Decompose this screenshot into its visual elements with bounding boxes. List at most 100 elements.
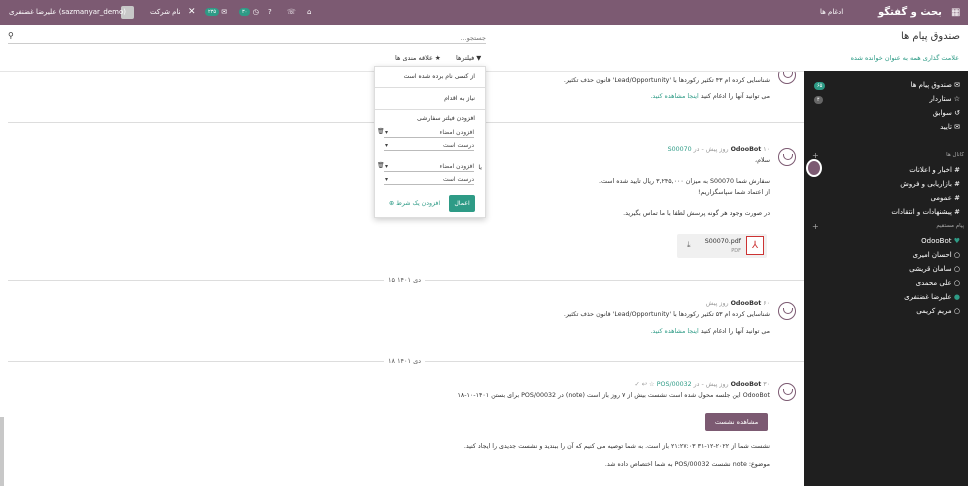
sidebar-item-channel-news[interactable]: # اخبار و اعلانات [909, 166, 960, 174]
close-icon[interactable]: ✕ [188, 0, 196, 25]
message-author[interactable]: OdooBot [731, 300, 762, 307]
operator-select-value: درست است [443, 142, 474, 149]
message-text-part: می توانید آنها را ادغام کنید [700, 93, 770, 100]
online-status-icon: ● [953, 293, 960, 301]
download-icon[interactable]: ⤓ [687, 240, 691, 250]
view-session-button[interactable]: مشاهده نشست [705, 413, 768, 431]
sidebar-item-label: علیرضا غضنفری [904, 293, 952, 301]
sidebar-item-channel-general[interactable]: # عمومی [930, 194, 960, 202]
channels-title: کانال ها [946, 152, 964, 158]
filter-option-needs-action[interactable]: نیاز به اقدام [444, 95, 475, 102]
page-title: صندوق پیام ها [900, 31, 960, 42]
inbox-count-badge: ۶۵ [814, 82, 826, 90]
user-name[interactable]: علیرضا غضنفری (sazmanyar_demo) [9, 0, 126, 25]
date-separator: ۱۸ دی ۱۴۰۱ [384, 357, 426, 365]
add-condition-label: افزودن یک شرط [396, 200, 441, 207]
sidebar-item-label: پیشنهادات و انتقادات [891, 208, 952, 216]
sidebar-item-label: ستاردار [929, 95, 952, 103]
message-reference-link[interactable]: POS/00032 [657, 381, 692, 388]
activity-icon[interactable]: ۳۰ ◷ [239, 0, 259, 25]
sidebar: ✉ صندوق پیام ها ۶۵ ☆ ستاردار ۴ ↺ سوابق ✉… [804, 71, 968, 486]
activity-count-badge: ۳۰ [239, 8, 251, 16]
message-text: موضوع: note نشست POS/00032 به شما اختصاص… [604, 461, 770, 468]
sidebar-item-label: سوابق [932, 109, 952, 117]
sidebar-item-dm[interactable]: ○ سامان قریشی [909, 265, 960, 273]
operator-select[interactable]: درست است ▾ [384, 176, 474, 185]
filters-button[interactable]: ▼ فیلترها [456, 54, 481, 62]
filter-option-mentioned[interactable]: از کسی نام برده شده است [404, 73, 475, 80]
help-icon[interactable]: ? [268, 0, 272, 25]
sidebar-item-dm-odoobot[interactable]: ♥ OdooBot [921, 237, 960, 245]
apps-menu-icon[interactable]: ▦ [951, 0, 960, 25]
message-author[interactable]: OdooBot [731, 381, 762, 388]
message-header: OdooBot ۳۰ روز پیش - در POS/00032 ☆ ↩ ✓ [634, 381, 770, 388]
sidebar-item-dm[interactable]: ○ علی محمدی [916, 279, 960, 287]
apply-button[interactable]: اعمال [449, 195, 475, 212]
sidebar-item-channel-marketing[interactable]: # بازاریابی و فروش [900, 180, 960, 188]
home-icon[interactable]: ⌂ [307, 0, 311, 25]
odoobot-avatar [778, 302, 796, 320]
view-link[interactable]: اینجا مشاهده کنید. [650, 328, 698, 335]
sidebar-item-dm[interactable]: ○ مریم کریمی [916, 307, 960, 315]
favorites-label: علاقه مندی ها [395, 54, 433, 62]
divider [375, 87, 485, 88]
view-link[interactable]: اینجا مشاهده کنید. [650, 93, 698, 100]
starred-count-badge: ۴ [814, 96, 823, 104]
reply-icon[interactable]: ↩ [642, 381, 647, 388]
chat-icon[interactable]: ۲۳۵ ✉ [205, 0, 227, 25]
sidebar-item-approve[interactable]: ✉ تایید [940, 123, 960, 131]
message-header: OdooBot ۱۰ روز پیش - در S00070 [668, 146, 770, 153]
message-text: می توانید آنها را ادغام کنید اینجا مشاهد… [650, 93, 770, 100]
attachment-card[interactable]: ⅄ S00070.pdf PDF ⤓ [677, 234, 767, 258]
star-icon[interactable]: ☆ [649, 381, 655, 388]
sidebar-item-label: عمومی [930, 194, 952, 202]
sidebar-item-label: اخبار و اعلانات [909, 166, 952, 174]
sidebar-item-inbox[interactable]: ✉ صندوق پیام ها [911, 81, 960, 89]
field-select-value: افزودن امضاء [439, 163, 474, 170]
attachment-name: S00070.pdf [704, 238, 741, 245]
message-header: OdooBot ۶۰ روز پیش [706, 300, 770, 307]
sidebar-item-channel-suggestions[interactable]: # پیشنهادات و انتقادات [891, 208, 960, 216]
sidebar-item-starred[interactable]: ☆ ستاردار [930, 95, 960, 103]
app-title[interactable]: بحث و گفتگو [878, 0, 942, 25]
mark-all-read-link[interactable]: علامت گذاری همه به عنوان خوانده شده [851, 54, 959, 62]
sidebar-item-label: احسان امیری [912, 251, 952, 259]
sidebar-item-label: مریم کریمی [916, 307, 952, 315]
sidebar-item-label: علی محمدی [915, 279, 952, 287]
message-text: شناسایی کرده ام ۴۳ تکثیر رکوردها با 'Lea… [563, 77, 770, 84]
message-text: OdooBot این جلسه محول شده است نشست بیش ا… [457, 392, 770, 399]
sidebar-item-dm[interactable]: ○ احسان امیری [912, 251, 960, 259]
check-icon[interactable]: ✓ [634, 381, 639, 388]
message-author[interactable]: OdooBot [731, 146, 762, 153]
sidebar-item-label: OdooBot [921, 237, 952, 245]
field-select[interactable]: افزودن امضاء ▾ [384, 129, 474, 138]
add-custom-filter[interactable]: افزودن فیلتر سفارشی [417, 115, 475, 122]
operator-select[interactable]: درست است ▾ [384, 142, 474, 151]
field-select[interactable]: افزودن امضاء ▾ [384, 163, 474, 172]
add-condition-link[interactable]: افزودن یک شرط ⊕ [389, 200, 440, 207]
sidebar-item-label: تایید [940, 123, 952, 131]
odoobot-avatar [778, 72, 796, 84]
odoobot-avatar [778, 383, 796, 401]
heart-icon: ♥ [953, 237, 960, 245]
message-text: شناسایی کرده ام ۵۳ تکثیر رکوردها با 'Lea… [563, 311, 770, 318]
favorites-button[interactable]: ★ علاقه مندی ها [395, 54, 441, 62]
sidebar-item-history[interactable]: ↺ سوابق [933, 109, 960, 117]
menu-integrations[interactable]: ادغام ها [820, 0, 843, 25]
phone-icon[interactable]: ☏ [287, 0, 296, 25]
chevron-down-icon: ▾ [385, 176, 389, 183]
search-input[interactable] [26, 32, 486, 43]
scrollbar[interactable] [0, 417, 4, 486]
sidebar-item-dm[interactable]: ● علیرضا غضنفری [904, 293, 960, 301]
filters-dropdown: از کسی نام برده شده است نیاز به اقدام اف… [374, 66, 486, 218]
message-text: از اعتماد شما سپاسگزاریم! [698, 189, 770, 196]
pdf-icon: ⅄ [746, 236, 764, 255]
message-text-part: می توانید آنها را ادغام کنید [700, 328, 770, 335]
field-select-value: افزودن امضاء [439, 129, 474, 136]
search-bar[interactable]: ⚲ [8, 31, 486, 44]
add-dm-icon[interactable]: + [812, 222, 819, 231]
company-name[interactable]: نام شرکت [150, 0, 181, 25]
sidebar-item-label: بازاریابی و فروش [900, 180, 952, 188]
message-text: سلام، [755, 157, 770, 164]
message-reference-link[interactable]: S00070 [668, 146, 692, 153]
